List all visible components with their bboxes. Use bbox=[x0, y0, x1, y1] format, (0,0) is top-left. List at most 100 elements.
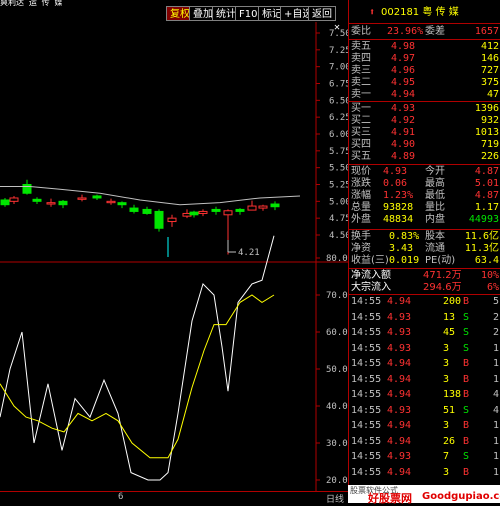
tick-time: 14:55 bbox=[351, 327, 382, 338]
tick-volume: 138 bbox=[443, 389, 462, 400]
stat-label: 收益(三) bbox=[351, 255, 389, 266]
tick-volume: 13 bbox=[443, 311, 456, 323]
flow-row: 大宗流入 294.6万 6% bbox=[351, 282, 499, 294]
stat-value: 63.4 bbox=[474, 255, 499, 266]
candle bbox=[198, 209, 208, 217]
tick-time: 14:55 bbox=[351, 466, 382, 478]
tick-price: 4.94 bbox=[387, 420, 412, 431]
indicator-line-d bbox=[0, 294, 275, 459]
candle bbox=[32, 197, 42, 205]
ask-row: 卖一 4.94 47 bbox=[351, 89, 499, 101]
tick-row: 14:55 4.94 3 B 1 bbox=[351, 467, 499, 479]
candle bbox=[129, 204, 139, 214]
stat-value: 11.3亿 bbox=[464, 243, 499, 254]
tick-row: 14:55 4.94 3 B 1 bbox=[351, 374, 499, 386]
tick-count: 1 bbox=[492, 466, 499, 478]
tick-volume: 51 bbox=[443, 404, 456, 416]
price-tick-label: 5.75 bbox=[329, 147, 348, 157]
tick-count: 1 bbox=[492, 451, 499, 462]
ask-price: 4.94 bbox=[391, 89, 416, 100]
price-tick-label: 6.00 bbox=[329, 130, 348, 140]
candle bbox=[167, 214, 177, 227]
candle bbox=[46, 198, 56, 207]
price-tick-label: 6.75 bbox=[329, 80, 348, 90]
tick-time: 14:55 bbox=[351, 435, 382, 447]
tick-price: 4.94 bbox=[387, 296, 412, 307]
ask-label: 卖三 bbox=[351, 65, 371, 76]
bid-label: 买一 bbox=[351, 103, 371, 114]
tick-row: 14:55 4.93 3 S 1 bbox=[351, 343, 499, 355]
ma-line bbox=[0, 186, 301, 206]
tick-side: S bbox=[463, 327, 470, 338]
ask-volume: 727 bbox=[480, 65, 499, 76]
chart-title: 爽利达 运 传 媒 bbox=[0, 0, 63, 6]
tick-volume: 3 bbox=[443, 420, 450, 431]
tick-time: 14:55 bbox=[351, 420, 382, 431]
stat-value: 11.6亿 bbox=[464, 231, 499, 242]
bid-row: 买一 4.93 1396 bbox=[351, 103, 499, 115]
quote-label: 外盘 bbox=[351, 214, 371, 225]
tick-side: S bbox=[463, 451, 470, 462]
quote-panel: ⬆ 002181 粤 传 媒 委比 23.96% 委差 1657 卖五 4.98 4… bbox=[348, 0, 500, 503]
tick-row: 14:55 4.94 3 B 1 bbox=[351, 358, 499, 370]
quote-value: 0.06 bbox=[383, 178, 408, 189]
stats-row: 净资 3.43 流通 11.3亿 bbox=[351, 243, 499, 255]
price-tick-label: 5.25 bbox=[329, 181, 348, 191]
indicator-tick-label: 80.00 bbox=[326, 254, 348, 264]
tick-time: 14:55 bbox=[351, 296, 382, 307]
period-label[interactable]: 日线 bbox=[326, 492, 344, 505]
tick-price: 4.93 bbox=[387, 342, 412, 354]
candle bbox=[77, 194, 87, 202]
ask-label: 卖五 bbox=[351, 41, 371, 52]
ask-price: 4.97 bbox=[391, 53, 416, 64]
candle bbox=[58, 199, 68, 209]
ask-volume: 47 bbox=[486, 89, 499, 100]
toolbar: 爽利达 运 传 媒 复权 叠加 统计 F10 标记 +自选 返回 ✕ bbox=[0, 0, 348, 33]
ask-volume: 375 bbox=[480, 77, 499, 88]
tick-count: 1 bbox=[492, 420, 499, 431]
tick-row: 14:55 4.93 51 S 4 bbox=[351, 405, 499, 417]
ask-row: 卖二 4.95 375 bbox=[351, 77, 499, 89]
indicator-line-k bbox=[0, 235, 275, 481]
flow-value: 294.6万 bbox=[423, 282, 462, 293]
tick-count: 4 bbox=[492, 389, 499, 400]
tick-time: 14:55 bbox=[351, 311, 382, 323]
candle bbox=[247, 200, 257, 211]
tick-row: 14:55 4.93 13 S 2 bbox=[351, 312, 499, 324]
bid-label: 买五 bbox=[351, 151, 371, 162]
tick-price: 4.94 bbox=[387, 389, 412, 400]
stat-label: 换手 bbox=[351, 231, 371, 242]
tick-side: B bbox=[463, 466, 470, 478]
tick-time: 14:55 bbox=[351, 358, 382, 369]
bid-price: 4.92 bbox=[391, 115, 416, 126]
bid-label: 买二 bbox=[351, 115, 371, 126]
weibi-row: 委比 23.96% 委差 1657 bbox=[351, 26, 499, 37]
flow-label: 大宗流入 bbox=[351, 282, 391, 293]
tick-price: 4.94 bbox=[387, 373, 412, 385]
tick-row: 14:55 4.93 7 S 1 bbox=[351, 451, 499, 463]
tick-count: 4 bbox=[492, 404, 499, 416]
price-tick-label: 5.00 bbox=[329, 197, 348, 207]
stat-label: PE(动) bbox=[425, 255, 456, 266]
back-button[interactable]: 返回 bbox=[308, 6, 336, 21]
tick-row: 14:55 4.94 138 B 4 bbox=[351, 389, 499, 401]
stat-label: 净资 bbox=[351, 243, 371, 254]
tick-price: 4.93 bbox=[387, 327, 412, 338]
chart-area: 7.50 7.25 7.00 6.75 6.50 6.25 6.00 5.75 5.50 5.25… bbox=[0, 22, 348, 491]
tick-count: 5 bbox=[492, 296, 499, 307]
indicator-tick-label: 50.00 bbox=[326, 365, 348, 375]
ask-price: 4.98 bbox=[391, 41, 416, 52]
quote-value: 48834 bbox=[383, 214, 414, 225]
quote-value: 93828 bbox=[383, 202, 414, 213]
quote-row: 总量 93828 量比 1.17 bbox=[351, 202, 499, 214]
stat-value: 0.83% bbox=[389, 231, 420, 242]
ask-volume: 412 bbox=[480, 41, 499, 52]
candle bbox=[270, 201, 280, 211]
tick-side: B bbox=[463, 358, 470, 369]
tick-price: 4.94 bbox=[387, 466, 412, 478]
tick-side: B bbox=[463, 373, 470, 385]
stock-code-name: 002181 粤 传 媒 bbox=[381, 7, 459, 18]
tick-side: S bbox=[463, 311, 470, 323]
candle bbox=[22, 179, 32, 195]
bid-label: 买三 bbox=[351, 127, 371, 138]
